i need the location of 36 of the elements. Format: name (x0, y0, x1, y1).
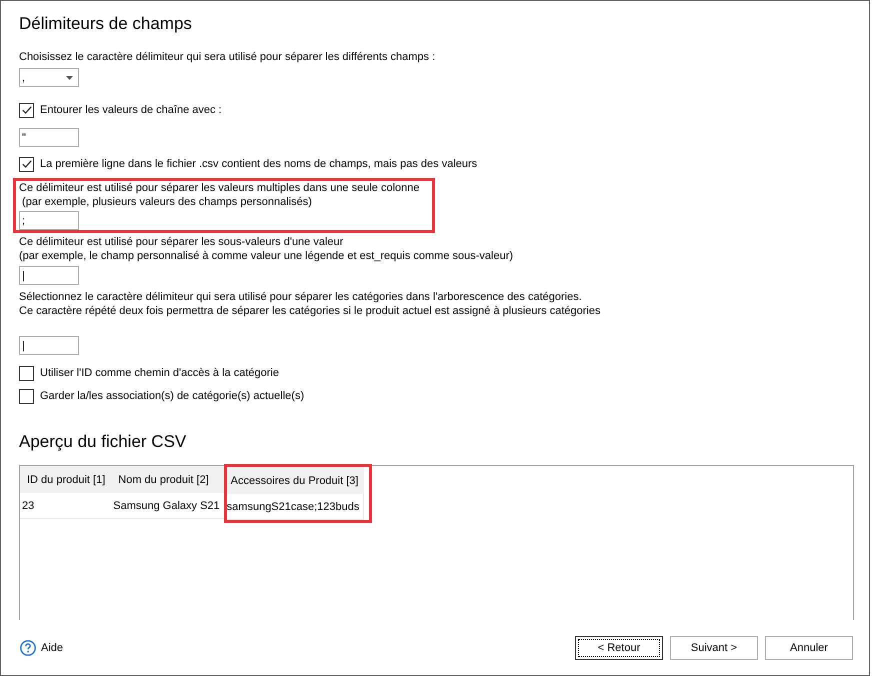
checkbox[interactable] (19, 156, 34, 172)
input-field[interactable]: " (19, 128, 79, 147)
input-field[interactable]: | (19, 336, 79, 355)
checkmark-icon (22, 106, 32, 114)
column-header: ID du produit [1] (20, 466, 112, 493)
checkbox-label[interactable]: Garder la/les association(s) de catégorie(s) actuelle(s) (40, 390, 304, 402)
checkbox-label[interactable]: La première ligne dans le fichier .csv contient des noms de champs, mais pas des valeurs (40, 158, 478, 170)
description-text: (par exemple, plusieurs valeurs des champs personnalisés) (21, 195, 313, 209)
help-button[interactable]: Aide (20, 640, 64, 656)
column-header: Accessoires du Produit [3] (226, 467, 364, 494)
checkbox[interactable] (19, 102, 34, 118)
checkmark-icon (22, 160, 32, 168)
section-title: Délimiteurs de champs (19, 13, 193, 35)
table-cell: samsungS21case;123buds (226, 494, 364, 520)
cancel-button[interactable]: Annuler (765, 636, 853, 660)
table-cell: 23 (20, 493, 112, 519)
checkbox[interactable] (19, 388, 34, 404)
description-text: (par exemple, le champ personnalisé à comme valeur une légende et est_requis comme sous-valeur) (19, 249, 514, 263)
next-button[interactable]: Suivant > (670, 636, 758, 660)
table-cell: Samsung Galaxy S21 (111, 493, 224, 519)
input-field[interactable]: | (19, 266, 79, 285)
description-text: Sélectionnez le caractère délimiteur qui sera utilisé pour séparer les catégories dans l'arborescence des catégories. (19, 290, 583, 304)
description-text: Ce délimiteur est utilisé pour séparer les sous-valeurs d'une valeur (19, 235, 344, 249)
section-title: Aperçu du fichier CSV (19, 431, 188, 453)
checkbox[interactable] (19, 366, 34, 380)
instruction-text: Choisissez le caractère délimiteur qui sera utilisé pour séparer les différents champs : (19, 50, 436, 64)
checkbox-label[interactable]: Entourer les valeurs de chaîne avec : (40, 104, 222, 116)
help-icon (20, 640, 36, 656)
back-button[interactable]: < Retour (575, 636, 663, 660)
checkbox-label[interactable]: Utiliser l'ID comme chemin d'accès à la catégorie (40, 367, 279, 379)
description-text: Ce délimiteur est utilisé pour séparer les valeurs multiples dans une seule colonne (19, 181, 420, 195)
column-header: Nom du produit [2] (111, 466, 224, 493)
input-field[interactable]: ; (19, 211, 79, 230)
caret-icon (66, 76, 73, 80)
description-text: Ce caractère répété deux fois permettra de séparer les catégories si le produit actuel est assigné à plusieurs catégories (19, 304, 600, 318)
delimiter-dropdown[interactable]: , (19, 68, 79, 87)
